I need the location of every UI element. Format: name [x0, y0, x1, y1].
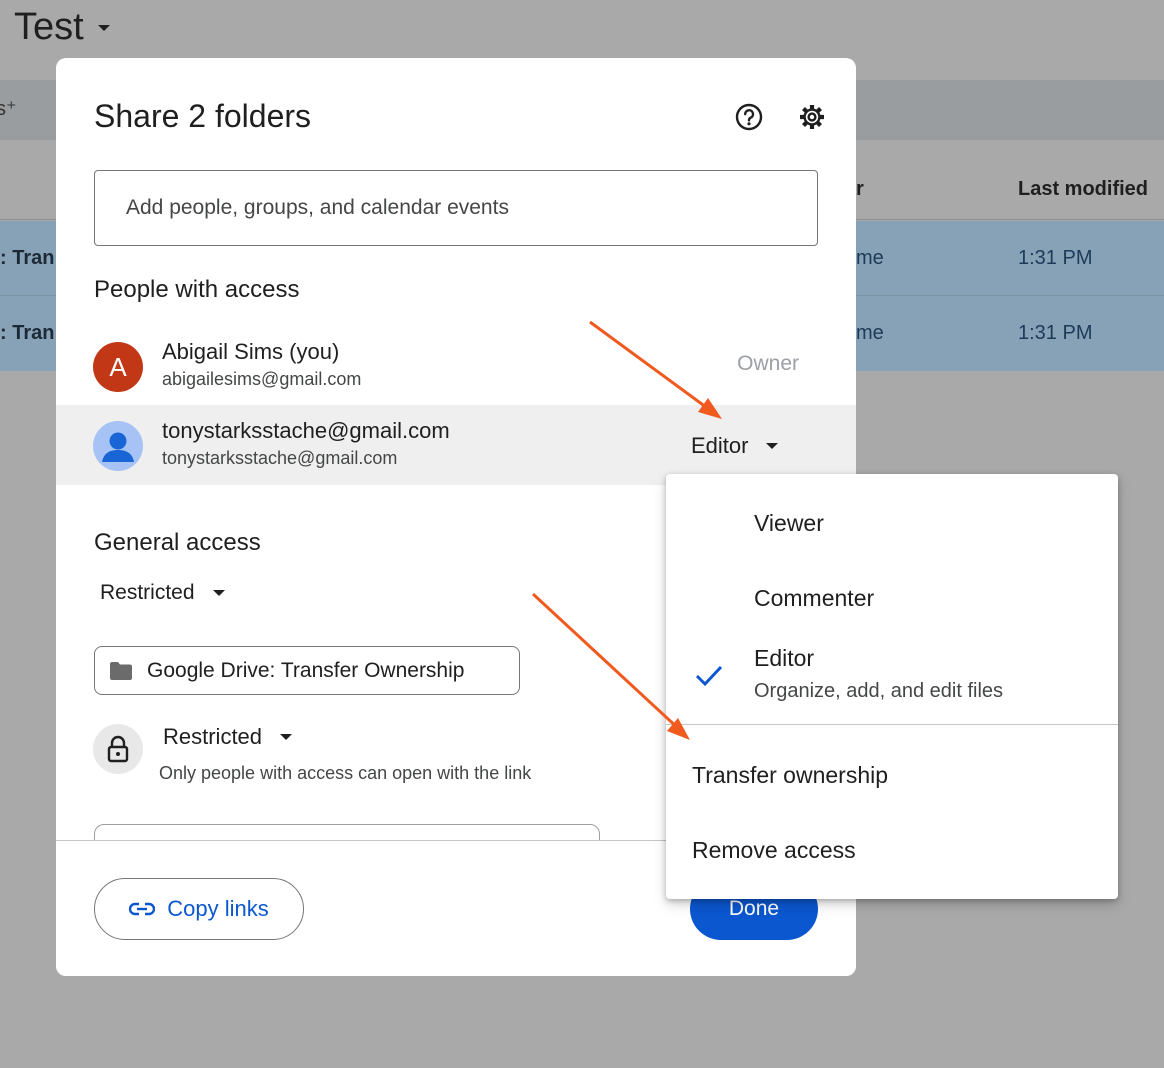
lock-icon — [93, 724, 143, 774]
file-modified: 1:31 PM — [1018, 247, 1093, 269]
file-modified: 1:31 PM — [1018, 322, 1093, 344]
role-menu: Viewer Commenter Editor Organize, add, a… — [666, 474, 1118, 899]
copy-links-label: Copy links — [167, 896, 269, 921]
add-person-icon: s⁺ — [0, 98, 17, 120]
person-email: tonystarksstache@gmail.com — [162, 448, 398, 468]
link-access-description: Only people with access can open with th… — [159, 763, 532, 783]
role-dropdown[interactable]: Editor — [691, 433, 779, 459]
add-people-input[interactable] — [94, 170, 818, 246]
owner-column-header: r — [856, 178, 864, 200]
drive-folder-title[interactable]: Test — [14, 6, 110, 49]
people-with-access-heading: People with access — [94, 276, 300, 303]
caret-down-icon — [97, 24, 110, 31]
dialog-title: Share 2 folders — [94, 98, 312, 134]
folder-icon — [110, 661, 132, 680]
general-access-heading: General access — [94, 529, 261, 556]
gear-icon[interactable] — [797, 102, 827, 132]
copy-links-button[interactable]: Copy links — [94, 878, 304, 940]
file-owner: me — [856, 322, 884, 344]
person-email: abigailesims@gmail.com — [162, 369, 362, 389]
menu-item-label: Commenter — [754, 585, 875, 611]
person-row-editor: tonystarksstache@gmail.com tonystarkssta… — [56, 405, 856, 485]
caret-down-icon — [766, 443, 779, 449]
drive-folder-title-text: Test — [14, 6, 84, 48]
person-row-owner: A Abigail Sims (you) abigailesims@gmail.… — [56, 326, 856, 406]
person-name: Abigail Sims (you) — [162, 339, 340, 364]
general-access-value: Restricted — [100, 581, 195, 604]
menu-item-transfer-ownership[interactable]: Transfer ownership — [666, 762, 1118, 789]
folder-chip[interactable]: Google Drive: Transfer Ownership — [94, 646, 520, 695]
file-owner: me — [856, 247, 884, 269]
menu-item-label: Remove access — [692, 837, 856, 863]
person-icon — [93, 421, 143, 471]
menu-item-label: Editor — [754, 645, 815, 671]
menu-divider — [666, 724, 1118, 725]
role-dropdown-value: Editor — [691, 433, 749, 458]
link-access-dropdown[interactable]: Restricted — [163, 724, 293, 750]
general-access-dropdown[interactable]: Restricted — [100, 581, 225, 605]
menu-item-label: Transfer ownership — [692, 762, 889, 788]
link-icon — [129, 902, 156, 916]
caret-down-icon — [212, 590, 225, 596]
menu-item-description: Organize, add, and edit files — [754, 680, 1004, 702]
menu-item-commenter[interactable]: Commenter — [666, 585, 1118, 612]
folder-chip-label: Google Drive: Transfer Ownership — [147, 658, 465, 682]
file-name: : Tran — [0, 247, 55, 269]
help-icon[interactable] — [734, 102, 764, 132]
menu-item-viewer[interactable]: Viewer — [666, 510, 1118, 537]
person-name: tonystarksstache@gmail.com — [162, 418, 450, 443]
file-name: : Tran — [0, 322, 55, 344]
menu-item-remove-access[interactable]: Remove access — [666, 837, 1118, 864]
menu-item-editor[interactable]: Editor Organize, add, and edit files — [666, 645, 1118, 703]
caret-down-icon — [280, 734, 293, 740]
menu-item-label: Viewer — [754, 510, 824, 536]
owner-role-label: Owner — [737, 352, 799, 375]
avatar: A — [93, 342, 143, 392]
link-access-value: Restricted — [163, 724, 263, 749]
last-modified-column-header[interactable]: Last modified — [1018, 178, 1148, 201]
